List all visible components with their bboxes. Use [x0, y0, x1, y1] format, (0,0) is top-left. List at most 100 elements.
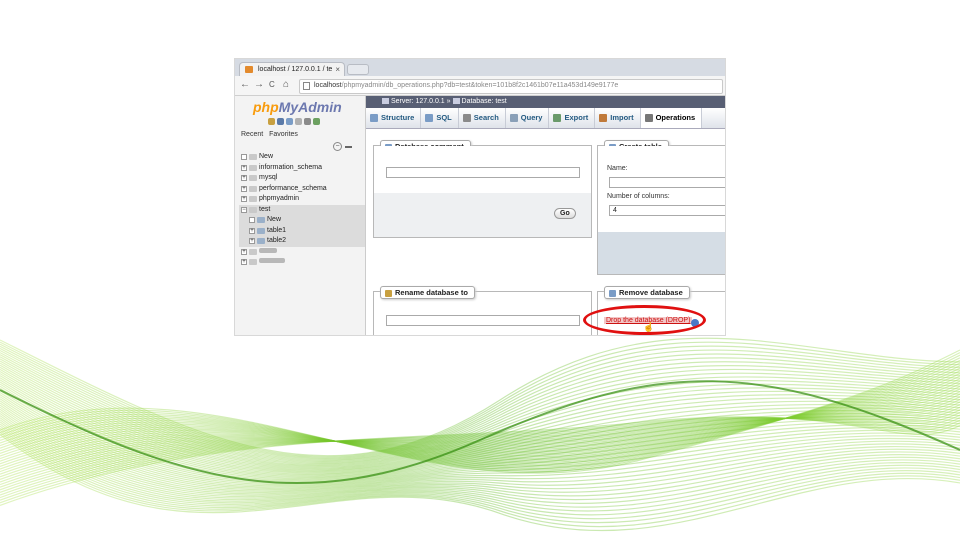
expand-icon[interactable]: +: [241, 259, 247, 265]
expand-icon[interactable]: −: [241, 206, 247, 213]
expand-icon[interactable]: +: [241, 175, 247, 181]
breadcrumb-server[interactable]: Server: 127.0.0.1: [391, 98, 445, 105]
tree-node-blurred[interactable]: +: [239, 247, 365, 258]
expand-icon[interactable]: +: [241, 196, 247, 202]
tree-node[interactable]: + information_schema: [239, 163, 365, 174]
tab-import[interactable]: Import: [595, 108, 641, 128]
tab-label: Operations: [655, 113, 696, 122]
tab-label: Export: [564, 113, 589, 122]
table-icon: [257, 227, 265, 234]
create-table-fieldset: Create table Name: Number of columns: 4: [597, 140, 725, 275]
address-bar: ← → C ⌂ localhost/phpmyadmin/db_operatio…: [235, 76, 725, 96]
export-icon: [553, 114, 562, 122]
new-tab-button[interactable]: [347, 64, 369, 75]
remove-database-title: Remove database: [619, 288, 683, 297]
reload-nav-icon[interactable]: [313, 118, 320, 125]
tree-node[interactable]: + table2: [239, 236, 365, 247]
tree-node[interactable]: + phpmyadmin: [239, 194, 365, 205]
rename-icon: [385, 290, 392, 297]
home-icon[interactable]: [268, 118, 275, 125]
sql-icon: [425, 114, 434, 122]
tree-node-label[interactable]: New: [267, 215, 281, 225]
help-icon[interactable]: [286, 118, 293, 125]
logo-myadmin: MyAdmin: [278, 99, 342, 115]
browser-tab-title: localhost / 127.0.0.1 / te: [258, 66, 333, 73]
browser-tab[interactable]: localhost / 127.0.0.1 / te ×: [239, 62, 345, 76]
tree-node-label[interactable]: test: [259, 205, 270, 215]
expand-icon[interactable]: +: [241, 248, 247, 255]
home-icon[interactable]: ⌂: [283, 79, 289, 91]
database-icon: [249, 196, 257, 202]
docs-icon[interactable]: [295, 118, 302, 125]
go-button[interactable]: Go: [554, 208, 576, 219]
tree-node-label[interactable]: phpmyadmin: [259, 194, 299, 204]
tab-label: Search: [473, 113, 499, 122]
tree-node-label[interactable]: New: [259, 152, 273, 162]
database-icon: [249, 206, 257, 213]
expand-icon[interactable]: +: [249, 238, 255, 244]
tab-search[interactable]: Search: [459, 108, 506, 128]
blurred-label: [259, 257, 285, 267]
structure-icon: [370, 114, 378, 122]
tab-favorites[interactable]: Favorites: [269, 131, 298, 138]
settings-icon[interactable]: [304, 118, 311, 125]
url-host: localhost: [314, 82, 342, 89]
tree-node-label[interactable]: performance_schema: [259, 184, 327, 194]
rename-database-legend: Rename database to: [380, 286, 475, 299]
collapse-all-icon[interactable]: −: [333, 142, 342, 151]
browser-tab-strip: localhost / 127.0.0.1 / te ×: [235, 59, 725, 76]
database-icon: [249, 175, 257, 181]
tree-node-label[interactable]: table1: [267, 226, 286, 236]
wrench-icon: [644, 114, 653, 122]
database-icon: [249, 164, 257, 171]
database-icon: [452, 98, 460, 104]
tab-recent[interactable]: Recent: [241, 131, 263, 138]
url-field[interactable]: localhost/phpmyadmin/db_operations.php?d…: [299, 79, 723, 94]
tab-query[interactable]: Query: [506, 108, 550, 128]
tree-node[interactable]: + table1: [239, 225, 365, 236]
tab-structure[interactable]: Structure: [366, 108, 422, 128]
database-comment-input[interactable]: [386, 167, 580, 178]
link-with-main-icon[interactable]: [345, 146, 352, 148]
green-wave-decoration: [0, 337, 960, 532]
expand-icon[interactable]: +: [249, 227, 255, 234]
database-icon: [249, 154, 257, 160]
blurred-label: [259, 247, 277, 257]
expand-icon[interactable]: +: [241, 164, 247, 171]
number-of-columns-input[interactable]: 4: [609, 205, 725, 216]
logout-icon[interactable]: [277, 118, 284, 125]
phpmyadmin-logo[interactable]: phpMyAdmin: [253, 99, 342, 115]
tab-export[interactable]: Export: [549, 108, 596, 128]
tab-operations[interactable]: Operations: [640, 108, 703, 128]
logo-php: php: [253, 99, 279, 115]
table-icon: [257, 217, 265, 223]
tab-close-icon[interactable]: ×: [335, 63, 340, 76]
table-name-input[interactable]: [609, 177, 725, 188]
rename-database-title: Rename database to: [395, 288, 468, 297]
database-icon: [249, 248, 257, 255]
tree-node-label[interactable]: mysql: [259, 173, 277, 183]
expand-icon[interactable]: +: [241, 185, 247, 192]
forward-icon[interactable]: →: [254, 79, 264, 91]
tree-node[interactable]: + mysql: [239, 173, 365, 184]
expand-icon[interactable]: [241, 154, 247, 160]
page-icon: [303, 82, 310, 90]
tree-node-label[interactable]: information_schema: [259, 163, 322, 173]
tree-node[interactable]: + performance_schema: [239, 184, 365, 195]
tree-node[interactable]: New: [239, 215, 365, 226]
remove-database-legend: Remove database: [604, 286, 690, 299]
phpmyadmin-favicon-icon: [245, 66, 253, 73]
tab-sql[interactable]: SQL: [421, 108, 459, 128]
tree-node[interactable]: − test: [239, 204, 365, 215]
tree-node-blurred[interactable]: +: [239, 257, 365, 268]
expand-icon[interactable]: [249, 217, 255, 223]
tree-node[interactable]: New: [239, 152, 365, 163]
database-tree: New + information_schema + mysql + performance…: [239, 152, 365, 268]
query-icon: [509, 114, 518, 122]
phpmyadmin-screenshot: localhost / 127.0.0.1 / te × ← → C ⌂ loc…: [234, 58, 726, 336]
breadcrumb-database[interactable]: Database: test: [462, 98, 507, 105]
back-icon[interactable]: ←: [240, 79, 250, 91]
navigation-panel: phpMyAdmin Recent Favorites − New + inform…: [235, 96, 366, 335]
tree-node-label[interactable]: table2: [267, 236, 286, 246]
reload-icon[interactable]: C: [269, 79, 275, 91]
